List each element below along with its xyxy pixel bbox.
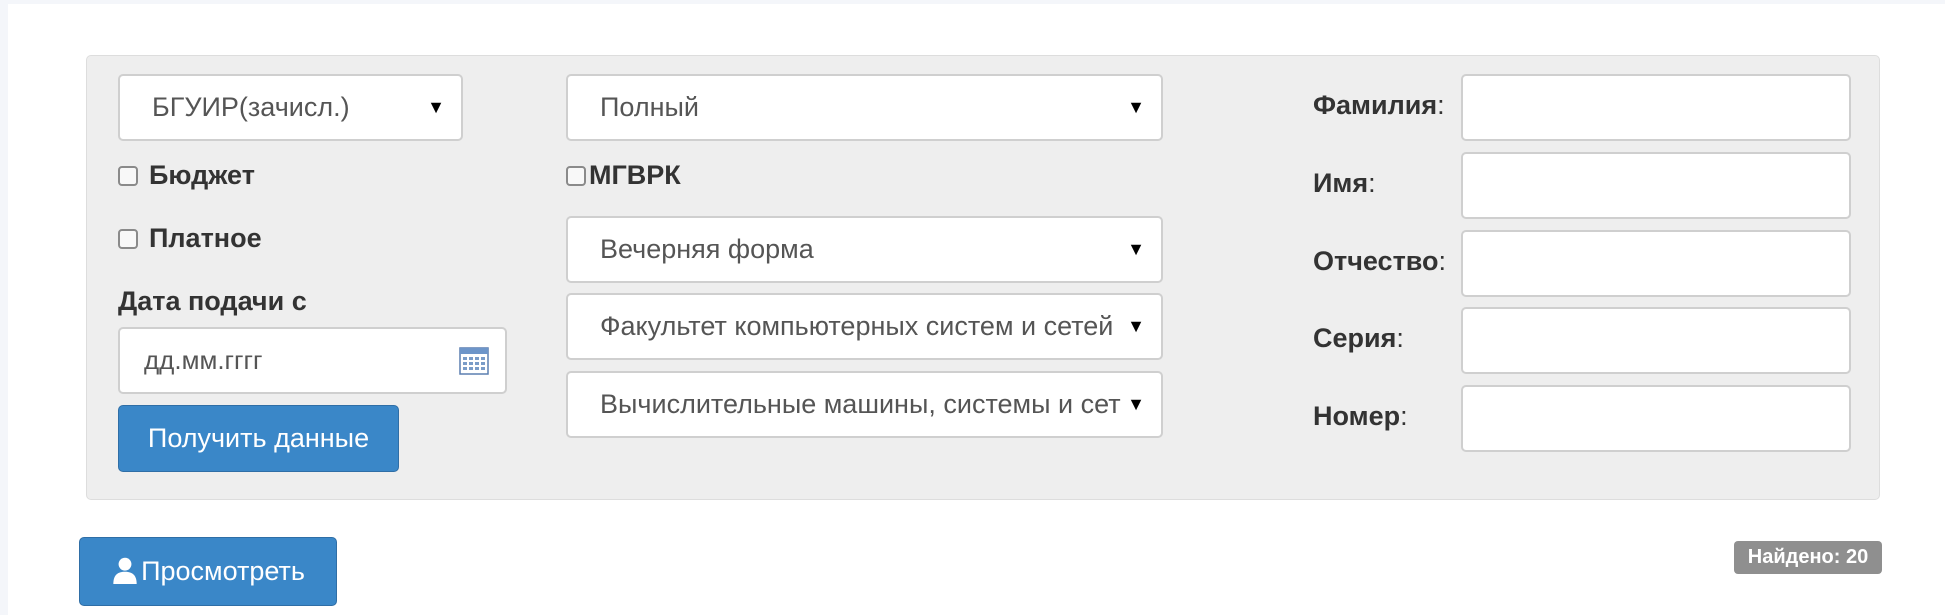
filter-panel: БГУИР(зачисл.) ▼ Бюджет Платное Дата под… xyxy=(86,55,1880,500)
institution-select-value: БГУИР(зачисл.) xyxy=(152,92,350,122)
paid-checkbox-row[interactable]: Платное xyxy=(118,223,262,254)
patronymic-field[interactable] xyxy=(1461,230,1851,297)
number-field[interactable] xyxy=(1461,385,1851,452)
calendar-icon[interactable] xyxy=(459,345,489,375)
first-name-field[interactable] xyxy=(1461,152,1851,219)
chevron-down-icon: ▼ xyxy=(1121,373,1145,436)
paid-label: Платное xyxy=(149,223,262,253)
get-data-button[interactable]: Получить данные xyxy=(118,405,399,472)
chevron-down-icon: ▼ xyxy=(1121,218,1145,281)
mode-select-value: Полный xyxy=(600,92,699,122)
page: БГУИР(зачисл.) ▼ Бюджет Платное Дата под… xyxy=(8,4,1945,615)
budget-checkbox-row[interactable]: Бюджет xyxy=(118,160,255,191)
specialty-select[interactable]: Вычислительные машины, системы и сети ▼ xyxy=(566,371,1163,438)
chevron-down-icon: ▼ xyxy=(1121,76,1145,139)
date-from-label: Дата подачи с xyxy=(118,286,307,316)
first-name-label: Имя: xyxy=(1313,168,1376,198)
date-placeholder: дд.мм.гггг xyxy=(144,345,263,375)
view-button[interactable]: Просмотреть xyxy=(79,537,337,606)
institution-select[interactable]: БГУИР(зачисл.) ▼ xyxy=(118,74,463,141)
faculty-select-value: Факультет компьютерных систем и сетей xyxy=(600,311,1114,341)
view-button-label: Просмотреть xyxy=(141,556,305,586)
faculty-select[interactable]: Факультет компьютерных систем и сетей ▼ xyxy=(566,293,1163,360)
get-data-button-label: Получить данные xyxy=(147,423,370,453)
number-label: Номер: xyxy=(1313,401,1408,431)
mgvrk-checkbox-row[interactable]: МГВРК xyxy=(566,160,681,191)
specialty-select-value: Вычислительные машины, системы и сети xyxy=(600,389,1136,419)
paid-checkbox[interactable] xyxy=(118,228,138,249)
chevron-down-icon: ▼ xyxy=(1121,295,1145,358)
user-icon xyxy=(113,557,137,584)
mgvrk-label: МГВРК xyxy=(589,160,681,190)
study-form-select-value: Вечерняя форма xyxy=(600,234,814,264)
date-from-input[interactable]: дд.мм.гггг xyxy=(118,327,507,394)
series-label: Серия: xyxy=(1313,323,1404,353)
mode-select[interactable]: Полный ▼ xyxy=(566,74,1163,141)
budget-label: Бюджет xyxy=(149,160,255,190)
surname-field[interactable] xyxy=(1461,74,1851,141)
chevron-down-icon: ▼ xyxy=(421,76,445,139)
study-form-select[interactable]: Вечерняя форма ▼ xyxy=(566,216,1163,283)
surname-label: Фамилия: xyxy=(1313,90,1445,120)
mgvrk-checkbox[interactable] xyxy=(566,165,586,186)
series-field[interactable] xyxy=(1461,307,1851,374)
patronymic-label: Отчество: xyxy=(1313,246,1447,276)
found-count-badge: Найдено: 20 xyxy=(1734,541,1882,574)
budget-checkbox[interactable] xyxy=(118,165,138,186)
